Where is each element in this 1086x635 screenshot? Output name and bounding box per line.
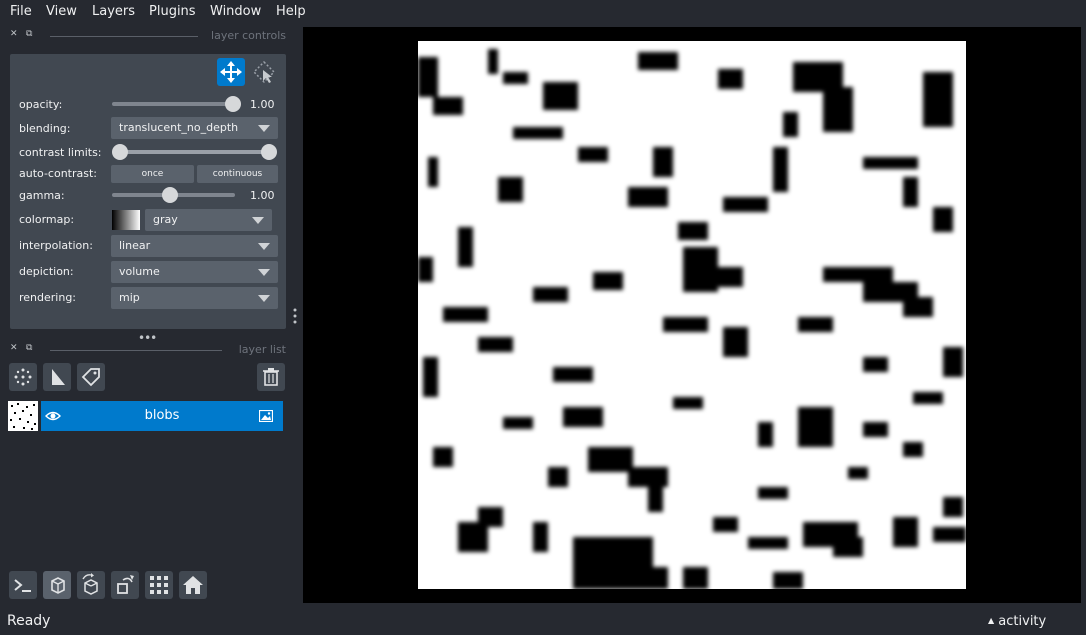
shapes-icon [52,369,65,385]
transpose-button[interactable] [111,571,139,599]
interpolation-value: linear [119,239,151,252]
layer-controls-title: layer controls [211,29,286,42]
menu-plugins[interactable]: Plugins [149,4,196,19]
rendering-label: rendering: [19,291,77,304]
transpose-icon [117,575,134,594]
grid-icon [150,576,168,594]
layer-controls-header: ✕ ⧉ layer controls [8,29,286,43]
blobs-image[interactable] [303,27,1081,603]
menu-file[interactable]: File [10,4,32,19]
chevron-up-icon: ▲ [988,616,995,625]
colormap-dropdown[interactable]: gray [145,209,272,231]
header-divider [50,350,222,351]
move-arrows-icon [220,61,242,83]
menu-bar: File View Layers Plugins Window Help [0,0,1086,24]
blending-dropdown[interactable]: translucent_no_depth [111,117,278,139]
dock-resize-handle[interactable] [292,307,298,325]
chevron-down-icon [258,269,270,276]
colormap-value: gray [153,213,178,226]
roll-icon [82,573,98,595]
status-bar: Ready ▲ activity [0,603,1086,635]
cube-icon [51,577,65,594]
depiction-dropdown[interactable]: volume [111,261,278,283]
new-labels-layer-button[interactable] [77,363,105,391]
chevron-down-icon [258,125,270,132]
menu-help[interactable]: Help [276,4,306,19]
roll-dims-button[interactable] [77,571,105,599]
colormap-label: colormap: [19,213,75,226]
status-text: Ready [7,613,51,629]
contrast-high-handle[interactable] [261,144,277,160]
viewer-canvas[interactable] [303,27,1081,603]
console-button[interactable] [9,571,37,599]
opacity-value: 1.00 [250,98,275,111]
image-layer-icon [259,410,273,422]
vertical-dots-icon [293,308,297,324]
transform-icon [252,60,276,84]
contrast-low-handle[interactable] [112,144,128,160]
gamma-value: 1.00 [250,189,275,202]
layer-item-selected[interactable]: blobs [41,401,283,431]
rendering-value: mip [119,291,140,304]
menu-window[interactable]: Window [210,4,261,19]
header-divider [50,36,198,37]
menu-layers[interactable]: Layers [92,4,135,19]
opacity-track [112,102,235,106]
chevron-down-icon [258,243,270,250]
depiction-value: volume [119,265,160,278]
pan-zoom-button[interactable] [217,58,245,86]
auto-contrast-continuous-button[interactable]: continuous [197,165,278,183]
close-dock-icon[interactable]: ✕ [10,343,18,353]
auto-contrast-label: auto-contrast: [19,167,98,180]
chevron-down-icon [258,295,270,302]
points-icon [14,368,32,386]
activity-button[interactable]: ▲ activity [988,614,1046,629]
layer-list-header: ✕ ⧉ layer list [8,343,286,357]
menu-view[interactable]: View [46,4,77,19]
depiction-label: depiction: [19,265,74,278]
layer-list-item[interactable]: blobs [8,401,283,431]
opacity-handle[interactable] [225,96,241,112]
blending-value: translucent_no_depth [119,121,239,134]
colormap-preview [112,210,140,230]
gamma-label: gamma: [19,189,65,202]
contrast-limits-label: contrast limits: [19,146,102,159]
float-dock-icon[interactable]: ⧉ [26,343,32,353]
ndisplay-toggle-button[interactable] [43,571,71,599]
blending-label: blending: [19,122,71,135]
chevron-down-icon [252,217,264,224]
close-dock-icon[interactable]: ✕ [10,29,18,39]
new-points-layer-button[interactable] [9,363,37,391]
opacity-label: opacity: [19,98,63,111]
auto-contrast-once-button[interactable]: once [111,165,194,183]
home-icon [183,576,203,594]
activity-label: activity [998,614,1047,629]
tag-icon [81,368,100,387]
rendering-dropdown[interactable]: mip [111,287,278,309]
trash-icon [263,368,279,386]
delete-layer-button[interactable] [257,363,285,391]
interpolation-label: interpolation: [19,239,93,252]
interpolation-dropdown[interactable]: linear [111,235,278,257]
grid-view-button[interactable] [145,571,173,599]
contrast-track [118,150,270,154]
new-shapes-layer-button[interactable] [43,363,71,391]
terminal-icon [14,579,31,592]
gamma-handle[interactable] [162,187,178,203]
reset-view-button[interactable] [179,571,207,599]
float-dock-icon[interactable]: ⧉ [26,29,32,39]
layer-thumbnail [8,401,38,431]
layer-name[interactable]: blobs [41,408,283,423]
transform-button[interactable] [250,58,278,86]
layer-list-title: layer list [238,343,286,356]
